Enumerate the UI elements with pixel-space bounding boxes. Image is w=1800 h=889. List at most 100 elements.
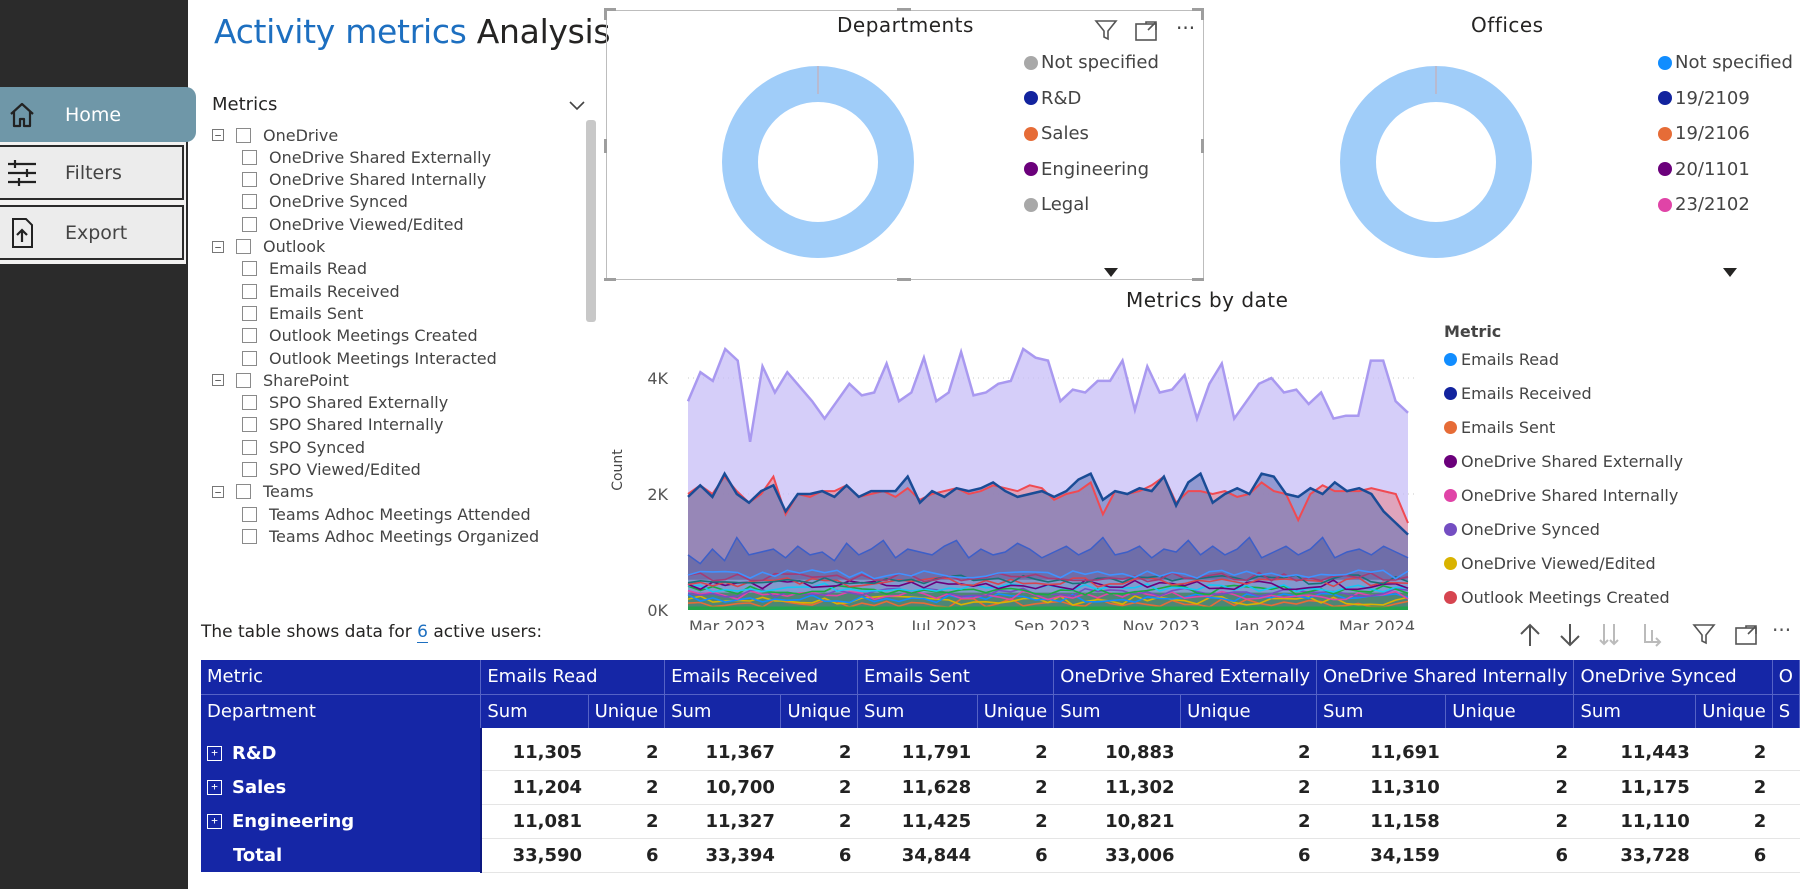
collapse-icon[interactable]: −	[212, 374, 224, 387]
drill-up-icon[interactable]	[1518, 622, 1542, 652]
resize-handle[interactable]	[897, 8, 911, 11]
slicer-group-row[interactable]: − Teams	[212, 481, 314, 503]
checkbox[interactable]	[236, 484, 251, 500]
checkbox[interactable]	[236, 372, 251, 388]
column-header-sub[interactable]: Unique	[1180, 693, 1317, 728]
resize-handle[interactable]	[897, 278, 911, 281]
column-header-sub[interactable]: Unique	[588, 693, 666, 728]
filter-icon[interactable]	[1692, 622, 1716, 650]
column-header-metric[interactable]: Emails Received	[664, 660, 858, 694]
legend-item[interactable]: Emails Read	[1444, 350, 1559, 369]
resize-handle[interactable]	[1201, 8, 1204, 20]
nav-filters-button[interactable]: Filters	[0, 145, 184, 200]
resize-handle[interactable]	[1192, 278, 1204, 281]
legend-item[interactable]: OneDrive Shared Externally	[1444, 452, 1683, 471]
legend-item[interactable]: OneDrive Shared Internally	[1444, 486, 1678, 505]
checkbox[interactable]	[242, 328, 257, 344]
more-options-icon[interactable]: ···	[1176, 16, 1195, 40]
expand-icon[interactable]: +	[207, 746, 222, 761]
slicer-item-row[interactable]: Emails Sent	[242, 302, 363, 324]
legend-item[interactable]: OneDrive Synced	[1444, 520, 1600, 539]
checkbox[interactable]	[242, 149, 257, 165]
column-header-sub[interactable]: Sum	[1316, 693, 1447, 728]
focus-mode-icon[interactable]	[1134, 20, 1158, 46]
collapse-icon[interactable]: −	[212, 485, 224, 498]
column-header-sub[interactable]: Unique	[977, 693, 1055, 728]
slicer-item-row[interactable]: Teams Adhoc Meetings Organized	[242, 525, 539, 547]
slicer-group-row[interactable]: − OneDrive	[212, 124, 338, 146]
checkbox[interactable]	[242, 528, 257, 544]
legend-item[interactable]: Emails Sent	[1444, 418, 1555, 437]
legend-item[interactable]: R&D	[1024, 88, 1081, 109]
table-row[interactable]: + R&D 11,305 2 11,367 2 11,791 2 10,883 2 11,691 2 1…	[201, 736, 1800, 771]
legend-item[interactable]: Emails Received	[1444, 384, 1592, 403]
checkbox[interactable]	[242, 506, 257, 522]
slicer-item-row[interactable]: OneDrive Shared Internally	[242, 169, 486, 191]
resize-handle[interactable]	[604, 278, 616, 281]
column-header-sub[interactable]: Unique	[780, 693, 858, 728]
column-header-sub[interactable]: Sum	[857, 693, 978, 728]
column-header-metric[interactable]: Emails Read	[480, 660, 666, 694]
checkbox[interactable]	[242, 261, 257, 277]
nav-export-button[interactable]: Export	[0, 205, 184, 260]
checkbox[interactable]	[242, 462, 257, 477]
legend-item[interactable]: Engineering	[1024, 159, 1149, 180]
expand-icon[interactable]: +	[207, 814, 222, 829]
go-next-level-icon[interactable]	[1598, 622, 1626, 652]
column-header-sub[interactable]: Sum	[1053, 693, 1182, 728]
legend-item[interactable]: OneDrive Viewed/Edited	[1444, 554, 1656, 573]
slicer-group-row[interactable]: − Outlook	[212, 236, 325, 258]
slicer-item-row[interactable]: SPO Shared Externally	[242, 392, 448, 414]
row-header-department[interactable]: + Engineering	[201, 804, 482, 838]
column-header-metric[interactable]: O	[1772, 660, 1800, 694]
legend-item[interactable]: Not specified	[1658, 52, 1793, 73]
slicer-group-row[interactable]: − SharePoint	[212, 369, 349, 391]
slicer-item-row[interactable]: Teams Adhoc Meetings Attended	[242, 503, 531, 525]
column-header-sub[interactable]: S	[1772, 693, 1800, 728]
row-header-department[interactable]: + Sales	[201, 770, 482, 804]
checkbox[interactable]	[242, 395, 257, 411]
legend-item[interactable]: Outlook Meetings Created	[1444, 588, 1670, 607]
slicer-item-row[interactable]: SPO Shared Internally	[242, 414, 443, 436]
column-header-metric[interactable]: Emails Sent	[857, 660, 1055, 694]
resize-handle[interactable]	[604, 139, 607, 153]
slicer-item-row[interactable]: OneDrive Viewed/Edited	[242, 213, 464, 235]
column-header-metric[interactable]: OneDrive Shared Internally	[1316, 660, 1575, 694]
slicer-scrollbar[interactable]	[586, 120, 596, 322]
checkbox[interactable]	[242, 283, 257, 299]
focus-mode-icon[interactable]	[1734, 624, 1758, 650]
column-header-sub[interactable]: Sum	[664, 693, 782, 728]
slicer-item-row[interactable]: Emails Read	[242, 258, 367, 280]
nav-home-button[interactable]: Home	[0, 87, 196, 142]
legend-scroll-down-icon[interactable]	[1723, 262, 1737, 281]
resize-handle[interactable]	[1201, 139, 1204, 153]
more-options-icon[interactable]: ···	[1772, 618, 1791, 642]
checkbox[interactable]	[242, 439, 257, 455]
collapse-icon[interactable]: −	[212, 240, 224, 253]
collapse-icon[interactable]: −	[212, 129, 224, 141]
column-header-metric[interactable]: OneDrive Synced	[1573, 660, 1773, 694]
column-header-metric[interactable]: OneDrive Shared Externally	[1053, 660, 1317, 694]
legend-item[interactable]: Not specified	[1024, 52, 1159, 73]
legend-item[interactable]: 20/1101	[1658, 159, 1750, 180]
checkbox[interactable]	[242, 216, 257, 232]
expand-next-level-icon[interactable]	[1638, 622, 1664, 652]
column-header-sub[interactable]: Sum	[1573, 693, 1697, 728]
legend-item[interactable]: Legal	[1024, 194, 1089, 215]
legend-item[interactable]: Sales	[1024, 123, 1089, 144]
checkbox[interactable]	[242, 417, 257, 433]
checkbox[interactable]	[236, 127, 251, 143]
table-row[interactable]: + Sales 11,204 2 10,700 2 11,628 2 11,302 2 11,310…	[201, 770, 1800, 805]
drill-down-icon[interactable]	[1558, 622, 1582, 652]
checkbox[interactable]	[242, 305, 257, 321]
row-header-department[interactable]: + R&D	[201, 736, 482, 770]
legend-item[interactable]: 23/2102	[1658, 194, 1750, 215]
slicer-item-row[interactable]: Outlook Meetings Created	[242, 325, 478, 347]
checkbox[interactable]	[236, 239, 251, 254]
legend-scroll-down-icon[interactable]	[1104, 262, 1118, 281]
expand-icon[interactable]: +	[207, 780, 222, 795]
legend-item[interactable]: 19/2106	[1658, 123, 1750, 144]
resize-handle[interactable]	[604, 8, 607, 20]
slicer-item-row[interactable]: OneDrive Synced	[242, 191, 408, 213]
slicer-item-row[interactable]: OneDrive Shared Externally	[242, 146, 491, 168]
